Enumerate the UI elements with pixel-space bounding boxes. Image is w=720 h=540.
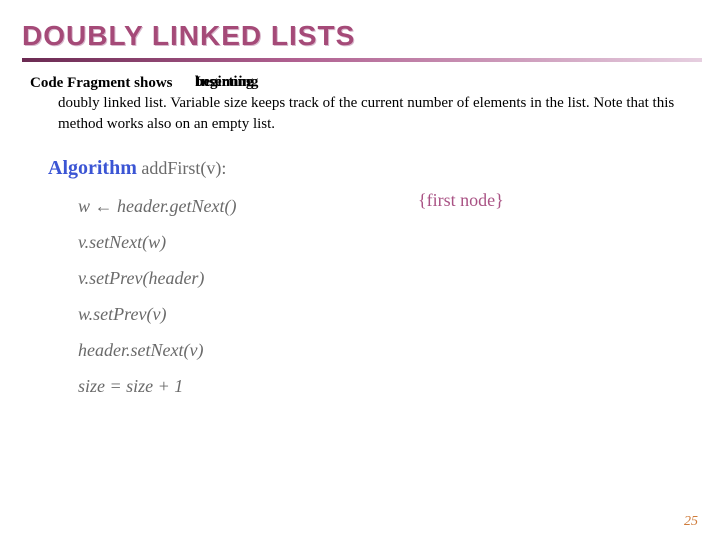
body-rest: doubly linked list. Variable size keeps … xyxy=(58,93,690,134)
body-paragraph: Code Fragment shows Inserting beginning … xyxy=(30,72,690,134)
algo-line-4: header.setNext(v) xyxy=(78,332,700,368)
algorithm-block: Algorithm addFirst(v): w ← header.getNex… xyxy=(48,148,700,404)
body-lead: Code Fragment shows xyxy=(30,75,173,91)
algorithm-header: Algorithm addFirst(v): xyxy=(48,148,700,188)
algo-line-2: v.setPrev(header) xyxy=(78,260,700,296)
algorithm-keyword: Algorithm xyxy=(48,157,137,179)
slide: DOUBLY LINKED LISTS Code Fragment shows … xyxy=(0,0,720,540)
algorithm-comment: {first node} xyxy=(418,182,504,218)
title-underline xyxy=(22,58,702,62)
algorithm-name: addFirst(v): xyxy=(137,158,227,178)
overlap-word-2: beginning xyxy=(195,72,258,92)
page-number: 25 xyxy=(684,514,698,530)
algo-line-3: w.setPrev(v) xyxy=(78,296,700,332)
algo-line-1: v.setNext(w) xyxy=(78,224,700,260)
algo-line-0: w ← header.getNext() xyxy=(78,188,700,224)
overlapping-text: Inserting beginning xyxy=(195,72,260,87)
slide-title: DOUBLY LINKED LISTS xyxy=(22,20,700,52)
algo-line-5: size = size + 1 xyxy=(78,368,700,404)
